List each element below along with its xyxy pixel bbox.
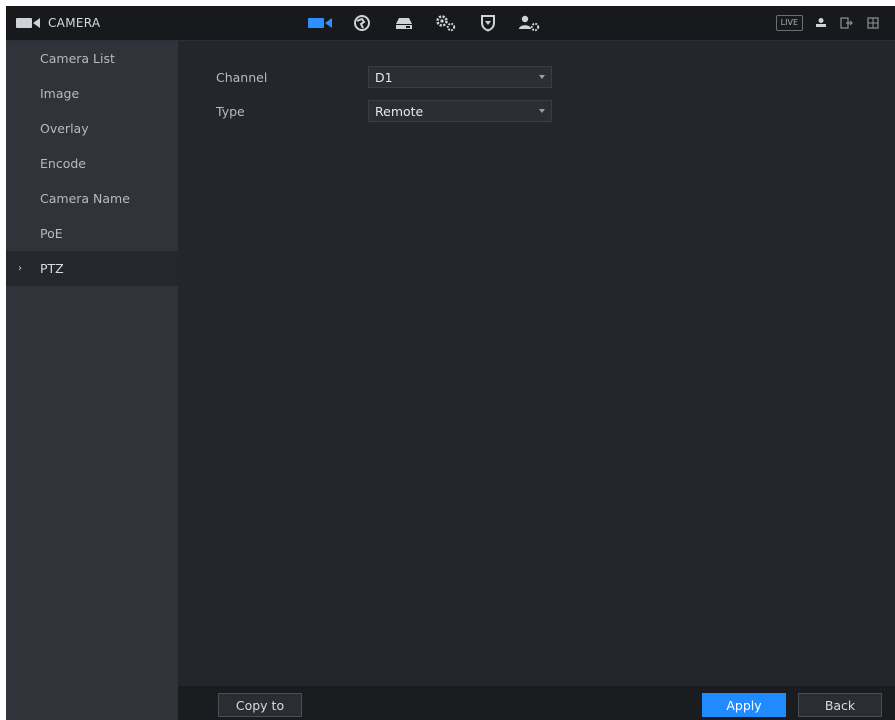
- account-settings-icon: [519, 15, 540, 32]
- top-right-controls: LIVE: [775, 6, 881, 40]
- type-label: Type: [216, 103, 245, 119]
- security-shield-icon: [481, 15, 495, 32]
- channel-value: D1: [375, 69, 393, 85]
- sidebar-item-image[interactable]: Image: [6, 76, 178, 111]
- chevron-right-icon: ›: [18, 263, 22, 274]
- back-button[interactable]: Back: [798, 693, 882, 717]
- sidebar-item-overlay[interactable]: Overlay: [6, 111, 178, 146]
- nav-security-button[interactable]: [476, 11, 500, 35]
- copy-to-button[interactable]: Copy to: [218, 693, 302, 717]
- chevron-down-icon: [539, 109, 545, 113]
- nav-network-button[interactable]: [350, 11, 374, 35]
- grid-icon[interactable]: [865, 15, 881, 31]
- storage-icon: [396, 18, 412, 29]
- type-select[interactable]: Remote: [368, 100, 552, 122]
- sidebar-item-encode[interactable]: Encode: [6, 146, 178, 181]
- channel-row: Channel D1: [216, 65, 552, 89]
- chevron-down-icon: [539, 75, 545, 79]
- live-button[interactable]: LIVE: [775, 15, 803, 31]
- nav-camera-button[interactable]: [308, 11, 332, 35]
- type-row: Type Remote: [216, 99, 552, 123]
- apply-button[interactable]: Apply: [702, 693, 786, 717]
- bottom-bar: Copy to Apply Back: [178, 686, 895, 720]
- sidebar-item-poe[interactable]: PoE: [6, 216, 178, 251]
- camera-icon: [16, 18, 40, 28]
- nav-system-button[interactable]: [434, 11, 458, 35]
- nav-storage-button[interactable]: [392, 11, 416, 35]
- network-icon: [354, 15, 370, 31]
- channel-label: Channel: [216, 69, 268, 85]
- logout-icon[interactable]: [839, 15, 855, 31]
- camera-icon: [308, 18, 332, 28]
- sidebar-item-label: PTZ: [40, 261, 64, 276]
- type-value: Remote: [375, 103, 424, 119]
- app-title: CAMERA: [16, 6, 100, 40]
- app-title-text: CAMERA: [48, 16, 101, 30]
- nav-account-button[interactable]: [518, 11, 542, 35]
- ptz-settings-panel: Channel D1 Type Remote: [178, 41, 895, 686]
- sidebar-item-ptz[interactable]: › PTZ: [6, 251, 178, 286]
- channel-select[interactable]: D1: [368, 66, 552, 88]
- top-nav: [308, 6, 542, 40]
- user-icon[interactable]: [813, 15, 829, 31]
- sidebar: Camera List Image Overlay Encode Camera …: [6, 41, 178, 720]
- screen: CAMERA LIVE Camera List Image Overlay En…: [6, 6, 895, 720]
- top-bar: CAMERA LIVE: [6, 6, 895, 41]
- sidebar-item-camera-name[interactable]: Camera Name: [6, 181, 178, 216]
- sidebar-item-camera-list[interactable]: Camera List: [6, 41, 178, 76]
- system-settings-icon: [436, 15, 456, 32]
